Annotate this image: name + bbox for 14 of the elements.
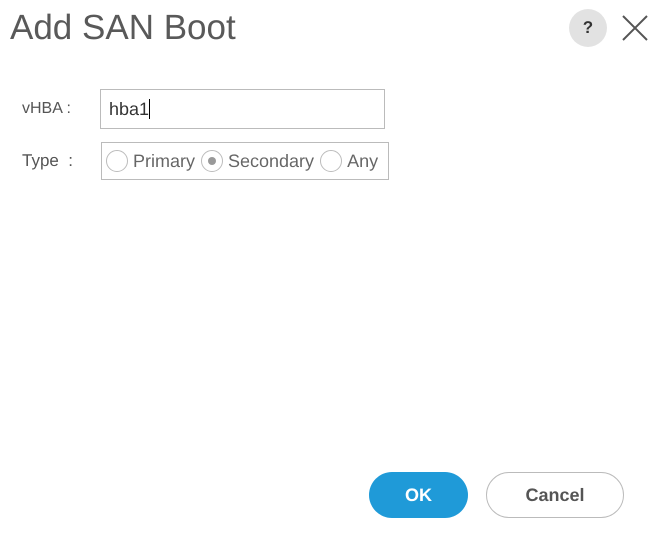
- field-label: vHBA :: [22, 99, 72, 119]
- radio-label[interactable]: Any: [347, 148, 378, 174]
- radio-button[interactable]: [320, 150, 342, 172]
- radio-label[interactable]: Secondary: [228, 148, 314, 174]
- help-button[interactable]: ?: [569, 9, 607, 47]
- ok-button[interactable]: OK: [369, 472, 468, 518]
- vhba-input[interactable]: hba1: [100, 89, 385, 129]
- radio-label[interactable]: Primary: [133, 148, 195, 174]
- field-label: Type :: [22, 150, 74, 172]
- cancel-button[interactable]: Cancel: [486, 472, 624, 518]
- radio-button[interactable]: [201, 150, 223, 172]
- close-icon[interactable]: [621, 14, 649, 42]
- dialog-title: Add SAN Boot: [10, 7, 236, 49]
- radio-button[interactable]: [106, 150, 128, 172]
